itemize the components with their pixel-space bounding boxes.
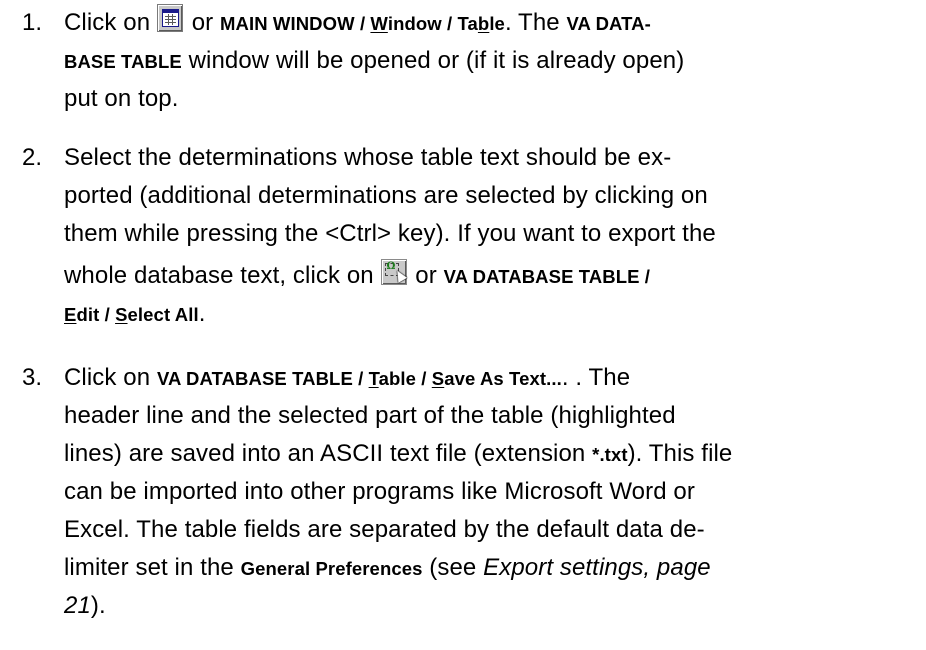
text-line: can be imported into other programs like… [64, 478, 695, 505]
dialog-name: General Preferences [240, 558, 423, 579]
text-line: Click on or MAIN WINDOW / Window / Table… [64, 4, 922, 42]
menu-path: VA DATABASE TABLE / Table / Save As Text… [156, 368, 562, 389]
document-page: 1. Click on or MAIN WINDOW / Window / Ta… [0, 0, 926, 650]
table-window-icon [156, 4, 183, 32]
window-name: BASE TABLE [64, 51, 182, 72]
text-line: ported (additional determinations are se… [64, 182, 708, 209]
window-name: VA DATA- [566, 13, 651, 34]
step-number: 3. [22, 364, 43, 391]
text-line: Edit / Select All. [64, 300, 206, 327]
text-line: 21). [64, 592, 106, 619]
select-all-icon: Ω [380, 259, 407, 285]
step-number: 2. [22, 144, 43, 171]
menu-path: MAIN WINDOW / Window / Table [220, 13, 505, 34]
step-text: Click on VA DATABASE TABLE / Table / Sav… [64, 359, 922, 625]
text-line: BASE TABLE window will be opened or (if … [64, 47, 685, 74]
text-line: header line and the selected part of the… [64, 402, 676, 429]
text-line: Select the determinations whose table te… [64, 144, 672, 171]
text-line: put on top. [64, 85, 179, 112]
text-line: them while pressing the <Ctrl> key). If … [64, 220, 716, 247]
text-line: Excel. The table fields are separated by… [64, 516, 705, 543]
cross-reference-link[interactable]: 21 [64, 592, 91, 619]
text-line: limiter set in the General Preferences (… [64, 554, 711, 581]
step-text: Select the determinations whose table te… [64, 139, 922, 333]
file-extension: *.txt [592, 444, 628, 465]
text-line: Click on VA DATABASE TABLE / Table / Sav… [64, 364, 631, 391]
menu-path: Edit / Select All [64, 304, 199, 325]
step-text: Click on or MAIN WINDOW / Window / Table… [64, 4, 922, 118]
step-number: 1. [22, 9, 43, 36]
cross-reference-link[interactable]: Export settings, page [483, 554, 711, 581]
text-line: lines) are saved into an ASCII text file… [64, 440, 733, 467]
text-line: whole database text, click on Ω or VA DA… [64, 259, 651, 289]
menu-path: VA DATABASE TABLE / [443, 266, 651, 287]
